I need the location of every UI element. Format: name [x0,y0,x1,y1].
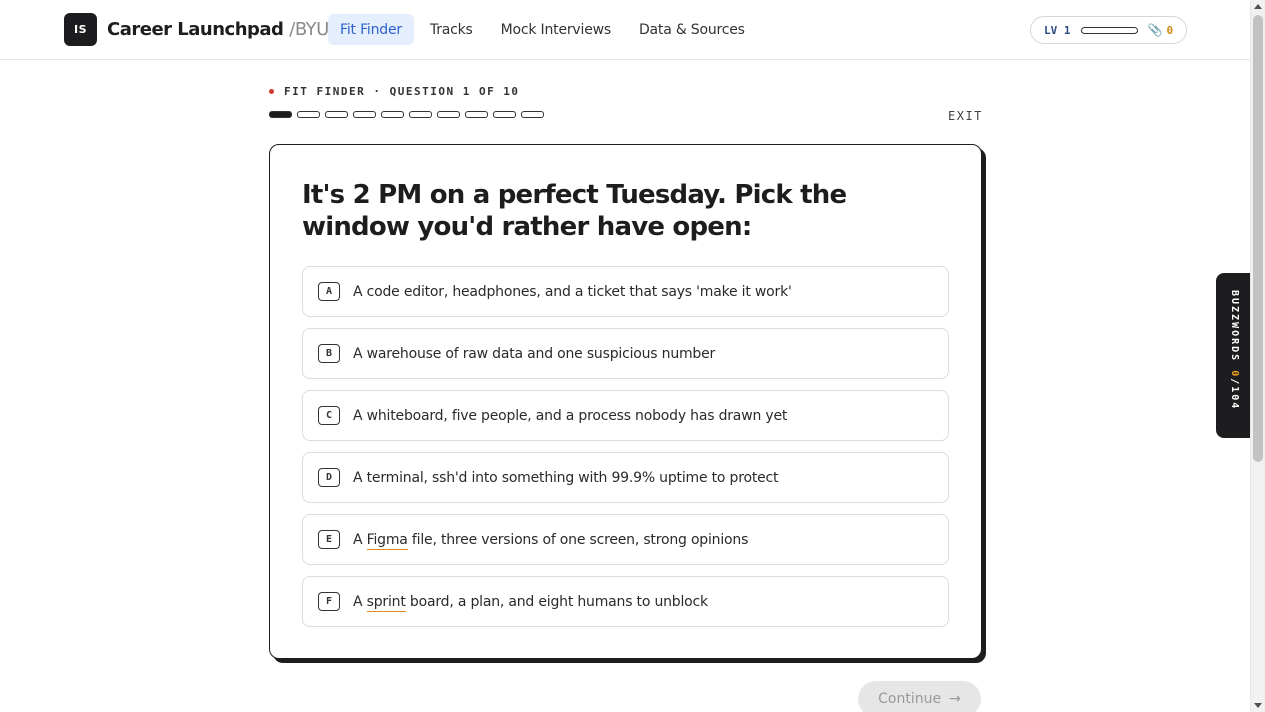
top-header: IS Career Launchpad /BYU Fit Finder Trac… [0,0,1250,60]
progress-segment [325,111,348,118]
status-dot-icon [269,89,274,94]
question-eyebrow: FIT FINDER · QUESTION 1 OF 10 [269,85,520,98]
brand-org: BYU [294,19,330,40]
progress-segment [269,111,292,118]
continue-label: Continue [878,691,942,707]
exit-button[interactable]: EXIT [948,109,983,123]
eyebrow-text: FIT FINDER · QUESTION 1 OF 10 [284,85,520,98]
progress-segment [297,111,320,118]
option-a[interactable]: A A code editor, headphones, and a ticke… [302,266,949,317]
nav-tracks[interactable]: Tracks [418,14,485,45]
logo-badge[interactable]: IS [64,13,97,46]
question-text: It's 2 PM on a perfect Tuesday. Pick the… [302,180,847,242]
main-nav: Fit Finder Tracks Mock Interviews Data &… [328,14,761,45]
option-f[interactable]: F A sprint board, a plan, and eight huma… [302,576,949,627]
option-label: A whiteboard, five people, and a process… [353,407,788,424]
option-b[interactable]: B A warehouse of raw data and one suspic… [302,328,949,379]
progress-segment [493,111,516,118]
progress-segment [437,111,460,118]
buzzword-term[interactable]: sprint [366,593,406,612]
nav-data-sources[interactable]: Data & Sources [627,14,757,45]
option-label: A terminal, ssh'd into something with 99… [353,469,779,486]
buzzwords-total: /104 [1229,378,1240,411]
vertical-scrollbar[interactable] [1250,0,1265,712]
buzzword-term[interactable]: Figma [366,531,408,550]
option-key: C [318,406,340,425]
option-label: A sprint board, a plan, and eight humans… [353,593,708,612]
progress-segment [521,111,544,118]
scroll-down-arrow-icon[interactable] [1254,703,1262,708]
option-key: F [318,592,340,611]
buzzwords-label: BUZZWORDS [1229,290,1240,363]
option-label: A code editor, headphones, and a ticket … [353,283,792,300]
paperclip-icon: 📎 [1147,23,1163,37]
option-e[interactable]: E A Figma file, three versions of one sc… [302,514,949,565]
option-key: D [318,468,340,487]
scrollbar-thumb[interactable] [1253,15,1263,462]
continue-button[interactable]: Continue → [858,681,981,712]
level-pill[interactable]: LV 1 📎 0 [1030,16,1187,44]
progress-segment [353,111,376,118]
arrow-right-icon: → [949,691,961,707]
brand-title[interactable]: Career Launchpad /BYU [107,19,329,40]
scroll-up-arrow-icon[interactable] [1254,4,1262,9]
option-key: E [318,530,340,549]
option-key: B [318,344,340,363]
option-label: A Figma file, three versions of one scre… [353,531,749,550]
level-progress-bar [1080,26,1138,34]
option-key: A [318,282,340,301]
progress-segment [381,111,404,118]
progress-segment [465,111,488,118]
nav-fit-finder[interactable]: Fit Finder [328,14,414,45]
option-d[interactable]: D A terminal, ssh'd into something with … [302,452,949,503]
brand-name: Career Launchpad [107,19,284,40]
option-c[interactable]: C A whiteboard, five people, and a proce… [302,390,949,441]
nav-mock-interviews[interactable]: Mock Interviews [489,14,623,45]
question-card: It's 2 PM on a perfect Tuesday. Pick the… [269,144,982,659]
progress-segment [409,111,432,118]
question-progress [269,111,544,118]
option-label: A warehouse of raw data and one suspicio… [353,345,716,362]
buzzwords-tab[interactable]: BUZZWORDS 0/104 [1216,273,1252,438]
clips-count: 0 [1166,23,1174,37]
level-label: LV 1 [1044,23,1071,37]
buzzwords-tab-text: BUZZWORDS 0/104 [1229,290,1240,410]
